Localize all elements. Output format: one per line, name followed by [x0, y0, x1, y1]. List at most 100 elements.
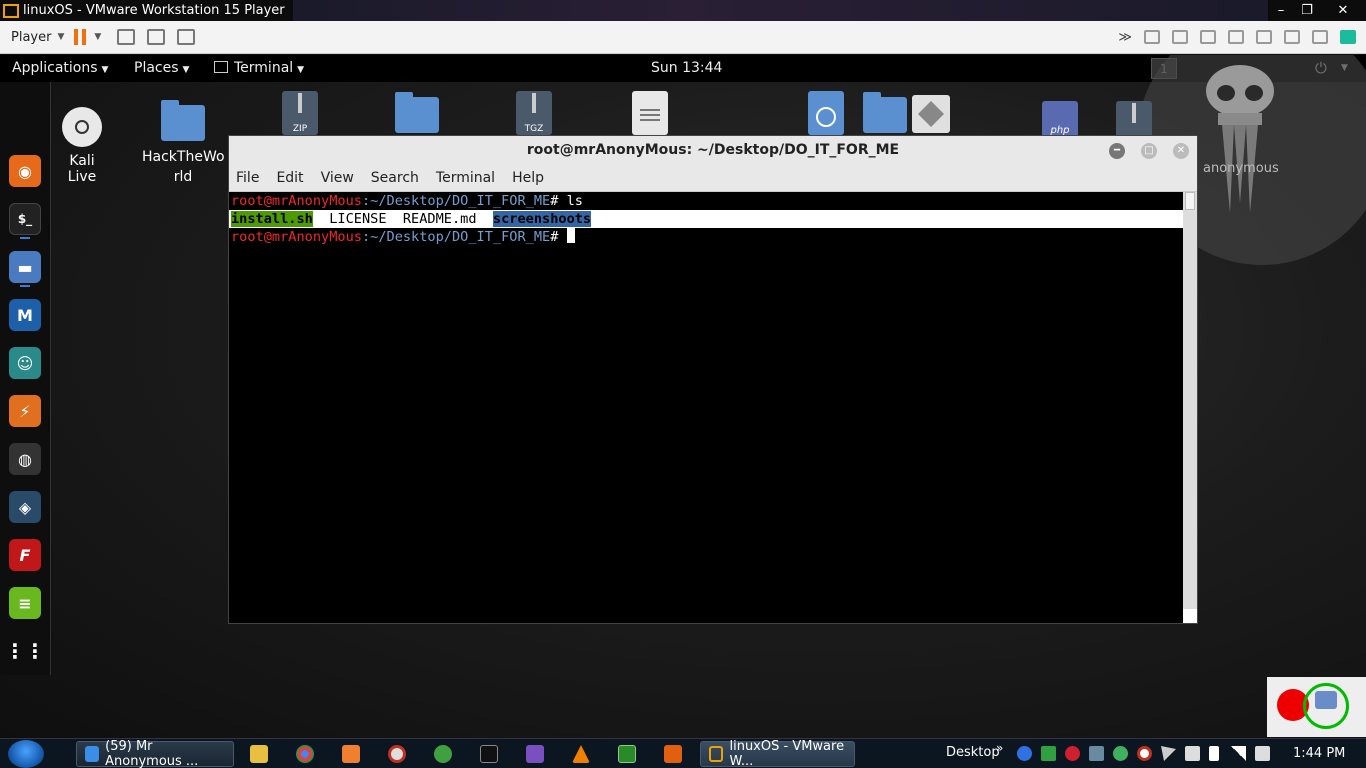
device-drive-icon[interactable] — [1144, 30, 1160, 44]
device-usb-icon[interactable] — [1228, 30, 1244, 44]
tray-m-icon[interactable] — [1065, 746, 1080, 761]
faraday-icon[interactable]: F — [9, 539, 41, 571]
leafpad-icon[interactable]: ≡ — [9, 587, 41, 619]
player-menu-button[interactable]: Player — [0, 30, 57, 45]
terminal-minimize-icon[interactable]: ━ — [1109, 143, 1125, 159]
vlc-icon[interactable] — [572, 745, 590, 763]
armitage-icon[interactable]: ☺ — [9, 347, 41, 379]
text-cursor — [566, 228, 575, 243]
explorer-icon[interactable] — [250, 745, 268, 763]
maltego-icon[interactable]: ◍ — [9, 443, 41, 475]
tray-check-icon[interactable] — [1041, 746, 1056, 761]
pause-icon[interactable] — [74, 29, 87, 45]
chrome-icon[interactable] — [296, 745, 314, 763]
gnome-clock[interactable]: Sun 13:44 — [651, 60, 722, 76]
beef-icon[interactable]: ◈ — [9, 491, 41, 523]
device-network-icon[interactable] — [1200, 30, 1216, 44]
recorder-widget — [1267, 677, 1366, 737]
flag-icon[interactable] — [1161, 746, 1176, 761]
close-button[interactable]: ✕ — [1320, 3, 1366, 18]
start-button[interactable] — [8, 740, 44, 768]
terminal-scrollbar[interactable] — [1183, 192, 1197, 623]
desktop-icon-folder[interactable] — [395, 92, 439, 139]
tray-keyboard-icon[interactable] — [1185, 746, 1200, 761]
terminal-output[interactable]: root@mrAnonyMous:~/Desktop/DO_IT_FOR_ME#… — [229, 192, 1184, 623]
desktop-icon-html[interactable] — [808, 91, 844, 139]
terminal-titlebar[interactable]: root@mrAnonyMous: ~/Desktop/DO_IT_FOR_ME… — [229, 136, 1197, 165]
terminal-app-menu[interactable]: Terminal ▼ — [214, 60, 304, 76]
terminal-line-3: root@mrAnonyMous:~/Desktop/DO_IT_FOR_ME# — [231, 228, 1181, 246]
terminal-close-icon[interactable]: ✕ — [1173, 143, 1189, 159]
desktop-icon-folder-2[interactable] — [863, 92, 907, 139]
cmd-icon[interactable] — [480, 745, 498, 763]
more-devices-icon[interactable]: ≫ — [1118, 30, 1132, 45]
pause-caret-icon[interactable]: ▼ — [94, 32, 101, 42]
menu-file[interactable]: File — [236, 170, 259, 186]
device-sound-icon[interactable] — [1284, 30, 1300, 44]
disc-icon — [62, 107, 102, 147]
volume-icon[interactable] — [1255, 746, 1270, 761]
toolbar-chevron-icon[interactable]: » — [996, 741, 1003, 755]
desktop-icon-app[interactable] — [912, 95, 950, 137]
vmware-toolbar: Player ▼ ▼ ≫ — [0, 21, 1366, 54]
signal-icon[interactable] — [1231, 746, 1246, 761]
hacktheworld-label: HackTheWo rld — [142, 149, 225, 185]
menu-search[interactable]: Search — [371, 170, 419, 186]
tgz-label: TGZ — [524, 124, 544, 134]
sublime-icon[interactable] — [664, 745, 682, 763]
menu-edit[interactable]: Edit — [276, 170, 303, 186]
menu-view[interactable]: View — [321, 170, 354, 186]
player-caret-icon[interactable]: ▼ — [57, 32, 64, 42]
menu-terminal[interactable]: Terminal — [436, 170, 495, 186]
device-printer-icon[interactable] — [1256, 30, 1272, 44]
ls-install-sh: install.sh — [231, 211, 313, 227]
tray-network-app-icon[interactable] — [1113, 746, 1128, 761]
metasploit-icon[interactable]: M — [9, 299, 41, 331]
desktop-icon-zip[interactable]: ZIP — [282, 91, 318, 139]
battery-icon[interactable] — [1209, 746, 1219, 761]
network-app-icon[interactable] — [434, 745, 452, 763]
windows-taskbar: (59) Mr Anonymous ... linuxOS - VMware W… — [0, 738, 1366, 768]
message-log-icon[interactable] — [1340, 30, 1356, 44]
menu-help[interactable]: Help — [512, 170, 544, 186]
show-applications-icon[interactable]: ⋮⋮ — [5, 635, 45, 667]
places-menu[interactable]: Places ▼ — [134, 60, 189, 76]
desktop-icon-text-file[interactable] — [632, 91, 668, 139]
visual-studio-icon[interactable] — [526, 745, 544, 763]
ie-icon — [85, 746, 100, 762]
host-window-title: linuxOS - VMware Workstation 15 Player — [23, 3, 285, 18]
desktop-toolbar[interactable]: Desktop — [946, 745, 1000, 760]
taskbar-item-browser[interactable]: (59) Mr Anonymous ... — [76, 739, 234, 768]
media-icon[interactable] — [388, 745, 406, 763]
send-ctrl-alt-del-icon[interactable] — [117, 29, 136, 45]
firefox-icon[interactable]: ◉ — [9, 155, 41, 187]
terminal-caret-icon: ▼ — [297, 65, 305, 75]
tray-record-icon[interactable] — [1137, 746, 1152, 761]
tray-app-icon[interactable] — [1017, 746, 1032, 761]
terminal-maximize-icon[interactable]: □ — [1141, 143, 1157, 159]
terminal-dock-icon[interactable]: $_ — [9, 203, 41, 235]
desktop-icon-hacktheworld[interactable]: HackTheWo rld — [142, 100, 225, 187]
maximize-button[interactable]: ❐ — [1294, 3, 1320, 18]
tray-device-icon[interactable] — [1089, 746, 1104, 761]
scrollbar-thumb[interactable] — [1185, 192, 1195, 210]
device-display-icon[interactable] — [1312, 30, 1328, 44]
taskbar-item-browser-label: (59) Mr Anonymous ... — [105, 739, 199, 768]
minimize-button[interactable]: – — [1268, 3, 1294, 18]
taskbar-item-vmware[interactable]: linuxOS - VMware W... — [700, 739, 855, 768]
camera-icon[interactable] — [1315, 691, 1337, 709]
files-icon[interactable]: ▬ — [9, 251, 41, 283]
editor-icon[interactable] — [618, 745, 636, 763]
terminal-line-2: install.sh LICENSE README.md screenshoot… — [229, 210, 1184, 228]
scrollbar-bottom[interactable] — [1183, 609, 1197, 623]
terminal-window[interactable]: root@mrAnonyMous: ~/Desktop/DO_IT_FOR_ME… — [228, 135, 1198, 624]
desktop-icon-kali-live[interactable]: Kali Live — [55, 107, 109, 185]
fit-guest-icon[interactable] — [147, 29, 166, 45]
applications-menu[interactable]: Applications ▼ — [12, 60, 108, 76]
desktop-icon-tgz[interactable]: TGZ — [516, 91, 552, 139]
burpsuite-icon[interactable]: ⚡ — [9, 395, 41, 427]
app-icon[interactable] — [342, 745, 360, 763]
taskbar-clock[interactable]: 1:44 PM — [1293, 746, 1345, 761]
unity-icon[interactable] — [177, 29, 196, 45]
device-cd-icon[interactable] — [1172, 30, 1188, 44]
